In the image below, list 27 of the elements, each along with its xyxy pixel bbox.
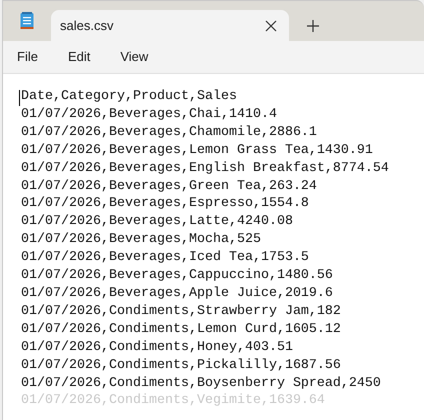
text-line: 01/07/2026,Beverages,Mocha,525 xyxy=(21,231,261,250)
active-tab[interactable]: sales.csv xyxy=(51,10,289,41)
text-line: 01/07/2026,Beverages,English Breakfast,8774.54 xyxy=(21,160,389,178)
text-line: 01/07/2026,Beverages,Chamomile,2886.1 xyxy=(21,124,317,142)
text-line: 01/07/2026,Beverages,Green Tea,263.24 xyxy=(21,178,317,196)
text-cursor xyxy=(19,90,20,106)
text-line: 01/07/2026,Condiments,Boysenberry Spread,2450 xyxy=(21,374,381,392)
text-line: Date,Category,Product,Sales xyxy=(21,88,237,106)
text-line: 01/07/2026,Beverages,Chai,1410.4 xyxy=(21,106,277,124)
menu-item[interactable]: File xyxy=(9,43,46,71)
tab-title: sales.csv xyxy=(60,16,114,35)
text-line: 01/07/2026,Beverages,Latte,4240.08 xyxy=(21,213,293,232)
text-line: 01/07/2026,Beverages,Apple Juice,2019.6 xyxy=(21,284,333,303)
text-area[interactable] xyxy=(3,74,424,420)
text-line: 01/07/2026,Condiments,Lemon Curd,1605.12 xyxy=(21,320,341,339)
menu-item[interactable]: Edit xyxy=(60,43,98,71)
notepad-icon xyxy=(20,12,34,30)
text-line: 01/07/2026,Beverages,Lemon Grass Tea,1430.91 xyxy=(21,142,373,160)
text-line: 01/07/2026,Beverages,Espresso,1554.8 xyxy=(21,195,309,214)
text-line: 01/07/2026,Condiments,Honey,403.51 xyxy=(21,338,293,357)
text-line: 01/07/2026,Condiments,Strawberry Jam,182 xyxy=(21,302,341,321)
close-icon[interactable] xyxy=(265,20,277,32)
text-line: 01/07/2026,Beverages,Iced Tea,1753.5 xyxy=(21,249,309,268)
text-line: 01/07/2026,Condiments,Pickalilly,1687.56 xyxy=(21,356,341,374)
text-line: 01/07/2026,Beverages,Cappuccino,1480.56 xyxy=(21,267,333,285)
menu-item[interactable]: View xyxy=(112,43,156,71)
new-tab-icon[interactable] xyxy=(307,20,319,32)
